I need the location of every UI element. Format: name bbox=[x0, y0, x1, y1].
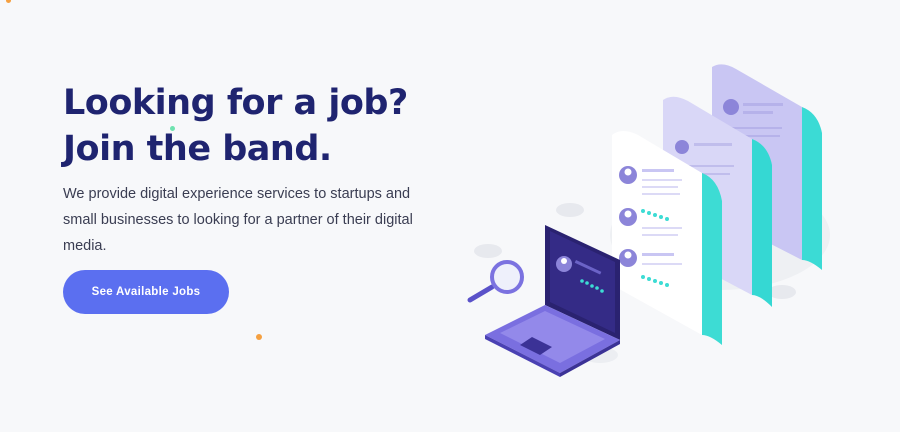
laptop-icon bbox=[485, 225, 620, 377]
job-search-illustration bbox=[467, 64, 830, 377]
floor-blob-1 bbox=[556, 203, 584, 217]
headline-line-2: Join the band. bbox=[63, 129, 332, 169]
hero-section: Looking for a job? Join the band. We pro… bbox=[0, 0, 900, 432]
magnifier-icon bbox=[467, 260, 524, 303]
floor-blob-3 bbox=[768, 285, 796, 299]
decorative-dot-orange bbox=[256, 334, 262, 340]
hero-headline: Looking for a job? Join the band. bbox=[63, 80, 408, 172]
hero-description: We provide digital experience services t… bbox=[63, 186, 413, 254]
headline-line-1: Looking for a job? bbox=[63, 83, 408, 123]
see-available-jobs-button[interactable]: See Available Jobs bbox=[63, 270, 229, 314]
floor-blob-2 bbox=[474, 244, 502, 258]
decorative-dot-orange-top bbox=[6, 0, 11, 3]
